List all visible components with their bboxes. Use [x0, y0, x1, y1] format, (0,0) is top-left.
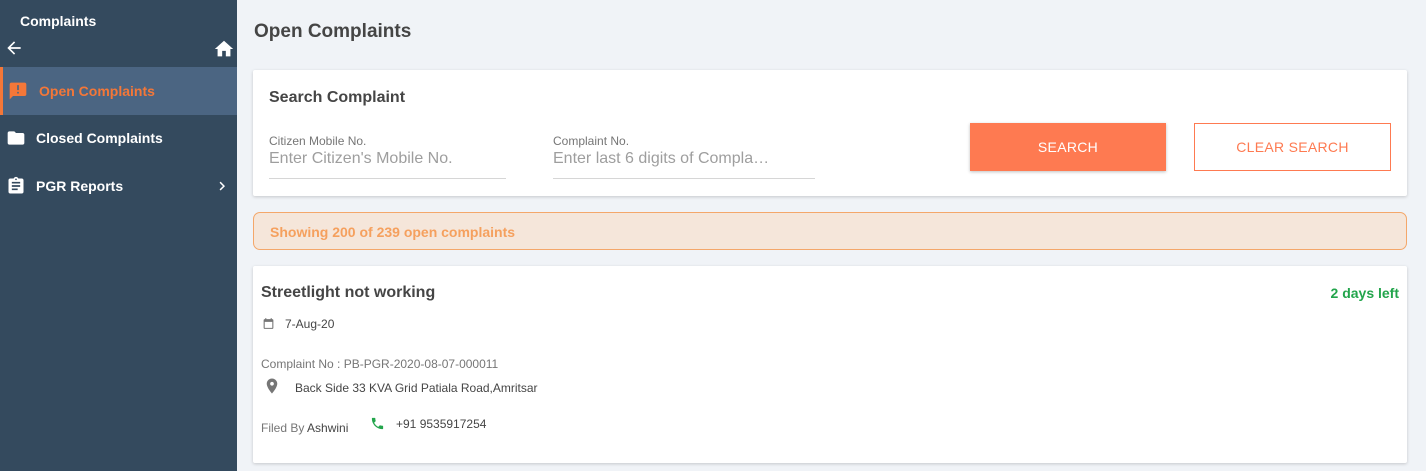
page-title: Open Complaints — [254, 21, 412, 42]
sidebar: Complaints Open Complaints Closed Compla… — [0, 0, 237, 471]
folder-icon — [6, 128, 26, 148]
phone-number[interactable]: +91 9535917254 — [396, 417, 486, 431]
alert-icon — [8, 81, 28, 101]
sidebar-item-label: Open Complaints — [39, 83, 155, 99]
days-left-badge: 2 days left — [1330, 285, 1399, 301]
filed-by-name: Ashwini — [307, 421, 349, 435]
complaint-title: Streetlight not working — [261, 284, 436, 301]
mobile-field: Citizen Mobile No. — [269, 134, 506, 179]
clear-search-button[interactable]: CLEAR SEARCH — [1194, 123, 1391, 171]
calendar-icon — [262, 317, 275, 330]
sidebar-title: Complaints — [20, 13, 97, 29]
complaint-address: Back Side 33 KVA Grid Patiala Road,Amrit… — [295, 381, 538, 395]
sidebar-item-pgr-reports[interactable]: PGR Reports — [0, 162, 237, 210]
complaints-count-banner: Showing 200 of 239 open complaints — [253, 212, 1407, 250]
sidebar-item-label: Closed Complaints — [36, 130, 163, 146]
complaint-number-field: Complaint No. — [553, 134, 815, 179]
mobile-input[interactable] — [269, 150, 506, 179]
back-arrow-icon[interactable] — [4, 38, 24, 58]
clipboard-icon — [6, 176, 26, 196]
complaint-date: 7-Aug-20 — [285, 317, 335, 331]
complaints-count-text: Showing 200 of 239 open complaints — [270, 224, 516, 240]
sidebar-item-closed-complaints[interactable]: Closed Complaints — [0, 114, 237, 162]
location-pin-icon — [263, 375, 281, 397]
phone-icon[interactable] — [370, 416, 385, 431]
complaint-number-input[interactable] — [553, 150, 815, 179]
filed-by: Filed By Ashwini — [261, 421, 348, 435]
filed-by-label: Filed By — [261, 421, 308, 435]
complaint-card[interactable]: Streetlight not working 2 days left 7-Au… — [253, 266, 1407, 463]
chevron-right-icon — [214, 177, 230, 195]
home-icon[interactable] — [213, 38, 235, 60]
complaint-number-label: Complaint No. — [553, 134, 630, 148]
sidebar-item-label: PGR Reports — [36, 178, 124, 194]
complaint-number: Complaint No : PB-PGR-2020-08-07-000011 — [261, 357, 499, 371]
sidebar-item-open-complaints[interactable]: Open Complaints — [0, 67, 237, 115]
search-complaint-card: Search Complaint Citizen Mobile No. Comp… — [253, 70, 1407, 196]
search-card-title: Search Complaint — [269, 89, 406, 106]
search-button[interactable]: SEARCH — [970, 123, 1166, 171]
mobile-field-label: Citizen Mobile No. — [269, 134, 367, 148]
